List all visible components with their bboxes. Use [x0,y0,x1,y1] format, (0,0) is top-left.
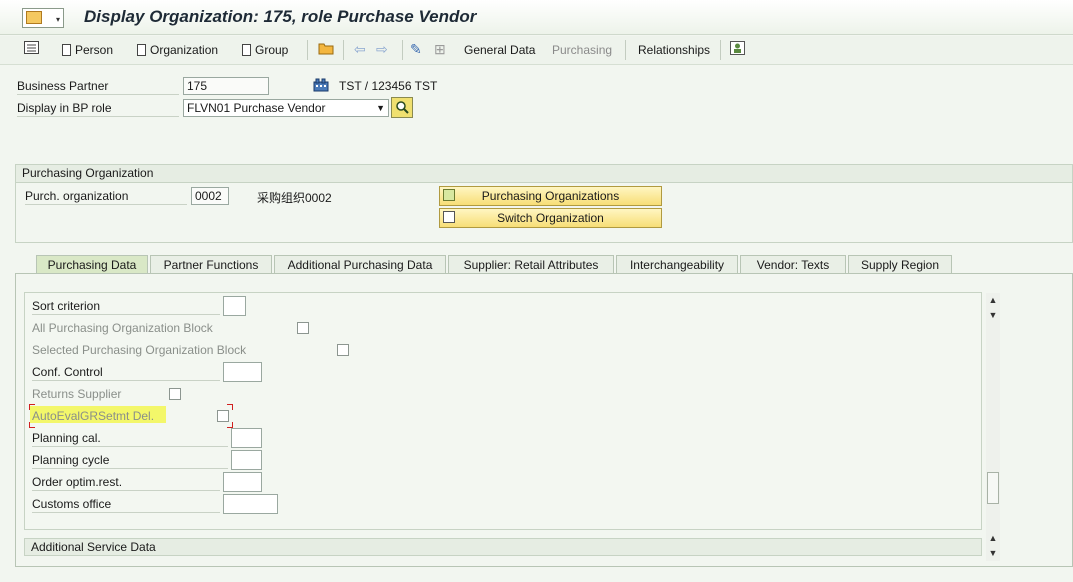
returns-supplier-label: Returns Supplier [32,387,122,401]
chevron-down-icon: ▼ [376,103,385,113]
tab-partner-functions[interactable]: Partner Functions [150,255,272,274]
vertical-scrollbar[interactable]: ▲ ▼ ▲ ▼ [986,293,1000,561]
purchasing-organization-header: Purchasing Organization [16,165,1072,183]
tab-additional-purchasing-data[interactable]: Additional Purchasing Data [274,255,446,274]
order-optim-label: Order optim.rest. [32,475,220,491]
purch-org-field[interactable]: 0002 [191,187,229,205]
returns-supplier-checkbox[interactable] [169,388,181,400]
document-icon [137,44,146,56]
business-partner-label: Business Partner [17,79,179,95]
document-icon [242,44,251,56]
menu-icon [26,11,42,24]
open-folder-icon[interactable] [318,41,335,58]
bp-role-label: Display in BP role [17,101,179,117]
list-icon[interactable] [24,41,39,57]
tab-vendor-texts[interactable]: Vendor: Texts [740,255,846,274]
switch-icon [443,211,455,223]
auto-eval-label: AutoEvalGRSetmt Del. [32,409,155,423]
switch-organization-button[interactable]: Switch Organization [439,208,662,228]
business-partner-field[interactable]: 175 [183,77,269,95]
toolbar-separator [307,40,308,60]
organization-icon [313,78,329,95]
person-button[interactable]: Person [62,43,113,57]
organization-button[interactable]: Organization [137,43,218,57]
tab-supplier-retail-attributes[interactable]: Supplier: Retail Attributes [448,255,614,274]
page-title: Display Organization: 175, role Purchase… [84,7,477,26]
planning-cycle-label: Planning cycle [32,453,228,469]
additional-service-data-header[interactable]: Additional Service Data [24,538,982,556]
order-optim-field[interactable] [223,472,262,492]
tab-purchasing-data[interactable]: Purchasing Data [36,255,148,274]
purch-org-description: 采购组织0002 [257,191,332,205]
planning-cycle-field[interactable] [231,450,262,470]
selected-po-block-checkbox[interactable] [337,344,349,356]
switch-role-button[interactable] [391,97,413,118]
arrow-right-icon[interactable]: ⇨ [376,41,388,57]
scroll-up-icon[interactable]: ▲ [986,295,1000,305]
sort-criterion-field[interactable] [223,296,246,316]
auto-eval-checkbox[interactable] [217,410,229,422]
conf-control-field[interactable] [223,362,262,382]
selected-po-block-label: Selected Purchasing Organization Block [32,343,247,357]
arrow-left-icon[interactable]: ⇦ [354,41,366,57]
chevron-down-icon: ▾ [55,15,60,24]
toolbar-separator [720,40,721,60]
business-partner-description: TST / 123456 TST [339,79,438,93]
bp-role-value: FLVN01 Purchase Vendor [187,101,326,115]
planning-cal-field[interactable] [231,428,262,448]
relationship-icon[interactable] [730,41,745,58]
scroll-up-icon[interactable]: ▲ [986,533,1000,543]
purch-org-label: Purch. organization [25,189,187,205]
menu-button[interactable]: ▾ [22,8,64,28]
toolbar-separator [625,40,626,60]
general-data-button[interactable]: General Data [464,43,535,57]
tab-supply-region[interactable]: Supply Region [848,255,952,274]
toolbar-separator [343,40,344,60]
scroll-down-icon[interactable]: ▼ [986,548,1000,558]
magnifier-icon [396,101,409,114]
all-po-block-checkbox[interactable] [297,322,309,334]
purchasing-button[interactable]: Purchasing [552,43,612,57]
planning-cal-label: Planning cal. [32,431,228,447]
display-change-icon[interactable]: ✎ [410,41,422,57]
tab-interchangeability[interactable]: Interchangeability [616,255,738,274]
document-icon [62,44,71,56]
group-button[interactable]: Group [242,43,288,57]
all-po-block-label: All Purchasing Organization Block [32,321,213,335]
bp-role-select[interactable]: FLVN01 Purchase Vendor ▼ [183,99,389,117]
customs-office-field[interactable] [223,494,278,514]
checkmark-icon [443,189,455,201]
conf-control-label: Conf. Control [32,365,220,381]
scroll-down-icon[interactable]: ▼ [986,310,1000,320]
sort-criterion-label: Sort criterion [32,299,220,315]
hierarchy-icon[interactable]: ⊞ [434,41,446,57]
customs-office-label: Customs office [32,497,220,513]
purchasing-organizations-button[interactable]: Purchasing Organizations [439,186,662,206]
toolbar-separator [402,40,403,60]
relationships-button[interactable]: Relationships [638,43,710,57]
scrollbar-thumb[interactable] [987,472,999,504]
